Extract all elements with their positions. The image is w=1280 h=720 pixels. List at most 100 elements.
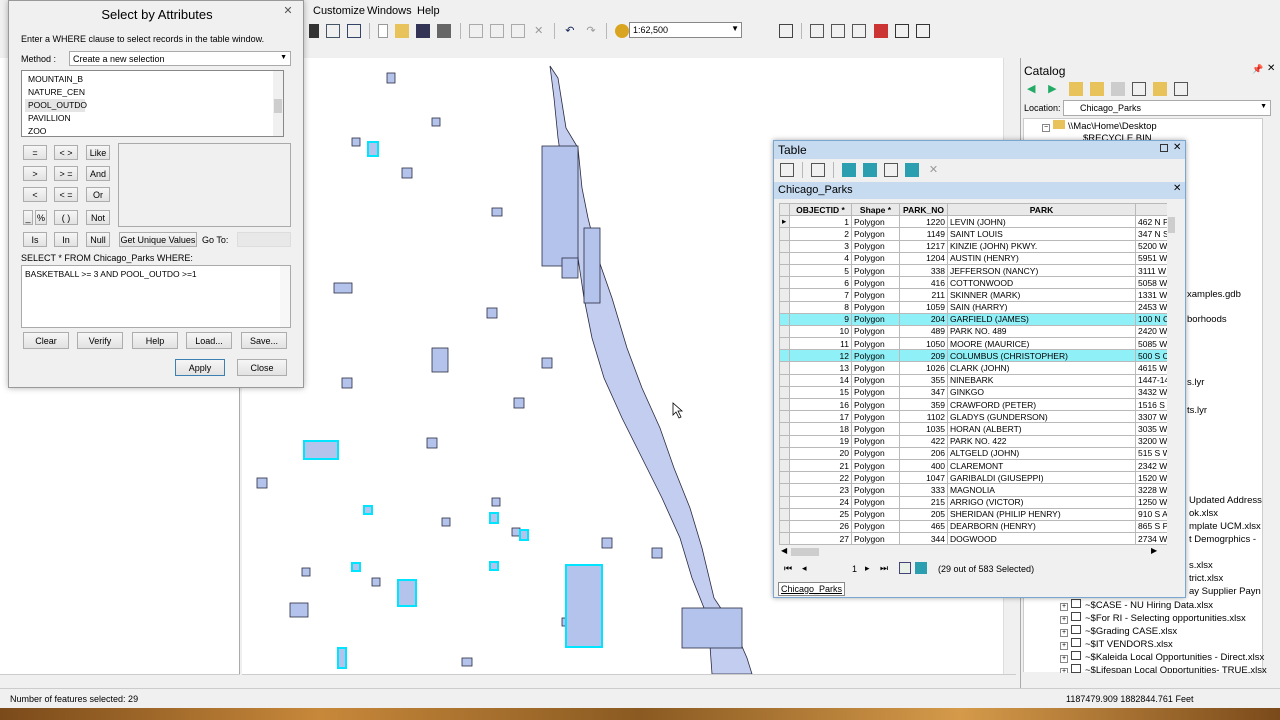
table-row[interactable]: 19 Polygon 422 PARK NO. 422 3200 W <box>779 434 1175 448</box>
catalog-file-item[interactable]: + ~$For RI - Selecting opportunities.xlsx <box>1060 612 1246 624</box>
zoom-to-selected-icon[interactable] <box>905 163 920 177</box>
table-row[interactable]: 2 Polygon 1149 SAINT LOUIS 347 N S <box>779 227 1175 241</box>
cell-objectid[interactable]: 13 <box>789 361 852 375</box>
layer-bottom-tab[interactable]: Chicago_Parks <box>778 582 846 596</box>
row-selector[interactable] <box>779 288 790 302</box>
catalog-partial-item[interactable]: t Demogrphics - <box>1189 534 1256 545</box>
row-selector[interactable] <box>779 483 790 497</box>
cell-park[interactable]: JEFFERSON (NANCY) <box>947 263 1136 278</box>
scale-select[interactable]: 1:62,500 ▼ <box>629 22 742 38</box>
catalog-partial-item[interactable]: ts.lyr <box>1187 405 1207 416</box>
cell-objectid[interactable]: 7 <box>789 288 852 302</box>
scroll-thumb[interactable] <box>1168 217 1175 233</box>
row-selector[interactable] <box>779 337 790 351</box>
table-row[interactable]: 16 Polygon 359 CRAWFORD (PETER) 1516 S I <box>779 397 1175 412</box>
pin-icon[interactable]: 📌 <box>1252 64 1263 75</box>
cell-park[interactable]: CLARK (JOHN) <box>947 361 1136 375</box>
cell-objectid[interactable]: 23 <box>789 483 852 497</box>
cell-park[interactable]: GLADYS (GUNDERSON) <box>947 410 1136 424</box>
op-greater-equal-button[interactable]: > = <box>54 166 78 181</box>
catalog-partial-item[interactable]: mplate UCM.xlsx <box>1189 521 1261 532</box>
table-row[interactable]: 14 Polygon 355 NINEBARK 1447-14 <box>779 373 1175 387</box>
cell-park[interactable]: COTTONWOOD <box>947 276 1136 290</box>
zoom-icon[interactable] <box>326 24 341 38</box>
table-row[interactable]: 12 Polygon 209 COLUMBUS (CHRISTOPHER) 500 S … <box>779 349 1175 363</box>
show-all-records-icon[interactable] <box>899 562 911 574</box>
menu-customize[interactable]: Customize <box>313 5 365 17</box>
cell-park[interactable]: PARK NO. 422 <box>947 434 1136 448</box>
cell-park[interactable]: GARIBALDI (GIUSEPPI) <box>947 471 1136 485</box>
row-selector[interactable] <box>779 324 790 339</box>
op-and-button[interactable]: And <box>86 166 110 181</box>
row-selector[interactable] <box>779 397 790 412</box>
cell-park-no[interactable]: 338 <box>899 263 948 278</box>
cell-objectid[interactable]: 1 <box>789 215 852 229</box>
home-icon[interactable] <box>1090 82 1105 96</box>
catalog-partial-item[interactable]: ok.xlsx <box>1189 508 1218 519</box>
col-park-no[interactable]: PARK_NO <box>899 203 948 217</box>
field-item[interactable]: POOL_OUTDO <box>25 99 87 112</box>
cell-park-no[interactable]: 489 <box>899 324 948 339</box>
cell-park[interactable]: CRAWFORD (PETER) <box>947 397 1136 412</box>
cell-objectid[interactable]: 11 <box>789 337 852 351</box>
cell-shape[interactable]: Polygon <box>851 349 900 363</box>
maximize-icon[interactable] <box>1160 144 1168 152</box>
cell-objectid[interactable]: 19 <box>789 434 852 448</box>
cell-park-no[interactable]: 1102 <box>899 410 948 424</box>
cell-shape[interactable]: Polygon <box>851 361 900 375</box>
row-selector[interactable] <box>779 227 790 241</box>
op-less-equal-button[interactable]: < = <box>54 187 78 202</box>
cell-park-no[interactable]: 400 <box>899 458 948 473</box>
row-selector[interactable] <box>779 434 790 448</box>
table-icon[interactable] <box>810 24 825 38</box>
cell-shape[interactable]: Polygon <box>851 410 900 424</box>
table-row[interactable]: 23 Polygon 333 MAGNOLIA 3228 W <box>779 483 1175 497</box>
goto-input[interactable] <box>237 232 291 247</box>
row-selector[interactable] <box>779 385 790 400</box>
cell-park[interactable]: SAINT LOUIS <box>947 227 1136 241</box>
cell-park-no[interactable]: 1149 <box>899 227 948 241</box>
cell-park[interactable]: NINEBARK <box>947 373 1136 387</box>
row-selector[interactable] <box>779 458 790 473</box>
forward-icon[interactable]: ▶ <box>1048 82 1062 96</box>
table-row[interactable]: 26 Polygon 465 DEARBORN (HENRY) 865 S P <box>779 519 1175 534</box>
select-by-attributes-icon[interactable] <box>842 163 857 177</box>
apply-button[interactable]: Apply <box>175 359 225 376</box>
op-like-button[interactable]: Like <box>86 145 110 160</box>
new-icon[interactable] <box>378 24 389 38</box>
table-row[interactable]: 18 Polygon 1035 HORAN (ALBERT) 3035 W <box>779 422 1175 436</box>
location-select[interactable]: Chicago_Parks ▼ <box>1063 100 1271 116</box>
cell-objectid[interactable]: 21 <box>789 458 852 473</box>
close-button[interactable]: Close <box>237 359 287 376</box>
open-icon[interactable] <box>395 24 410 38</box>
row-selector[interactable] <box>779 300 790 314</box>
cell-park[interactable]: MOORE (MAURICE) <box>947 337 1136 351</box>
clear-button[interactable]: Clear <box>23 332 69 349</box>
row-selector[interactable] <box>779 373 790 387</box>
cell-shape[interactable]: Polygon <box>851 458 900 473</box>
cell-objectid[interactable]: 16 <box>789 397 852 412</box>
table-row[interactable]: 11 Polygon 1050 MOORE (MAURICE) 5085 W <box>779 337 1175 351</box>
row-selector[interactable] <box>779 519 790 534</box>
catalog-partial-item[interactable]: borhoods <box>1187 314 1227 325</box>
cell-park-no[interactable]: 211 <box>899 288 948 302</box>
cell-shape[interactable]: Polygon <box>851 312 900 326</box>
print-icon[interactable] <box>437 24 452 38</box>
catalog-file-item[interactable]: + ~$CASE - NU Hiring Data.xlsx <box>1060 599 1213 611</box>
cell-park-no[interactable]: 215 <box>899 495 948 509</box>
op-greater-button[interactable]: > <box>23 166 47 181</box>
row-selector[interactable] <box>779 446 790 460</box>
cell-objectid[interactable]: 14 <box>789 373 852 387</box>
cell-shape[interactable]: Polygon <box>851 300 900 314</box>
table-row[interactable]: 13 Polygon 1026 CLARK (JOHN) 4615 W <box>779 361 1175 375</box>
table-row[interactable]: 25 Polygon 205 SHERIDAN (PHILIP HENRY) 910 S… <box>779 507 1175 521</box>
catalog-icon[interactable] <box>831 24 846 38</box>
scroll-right-icon[interactable]: ▶ <box>1151 546 1157 555</box>
close-icon[interactable]: ✕ <box>1267 63 1275 74</box>
clear-selection-icon[interactable] <box>884 163 899 177</box>
cell-park-no[interactable]: 355 <box>899 373 948 387</box>
cell-objectid[interactable]: 26 <box>789 519 852 534</box>
catalog-partial-item[interactable]: Updated Address <box>1189 495 1262 506</box>
op-not-button[interactable]: Not <box>86 210 110 225</box>
cell-park-no[interactable]: 1047 <box>899 471 948 485</box>
